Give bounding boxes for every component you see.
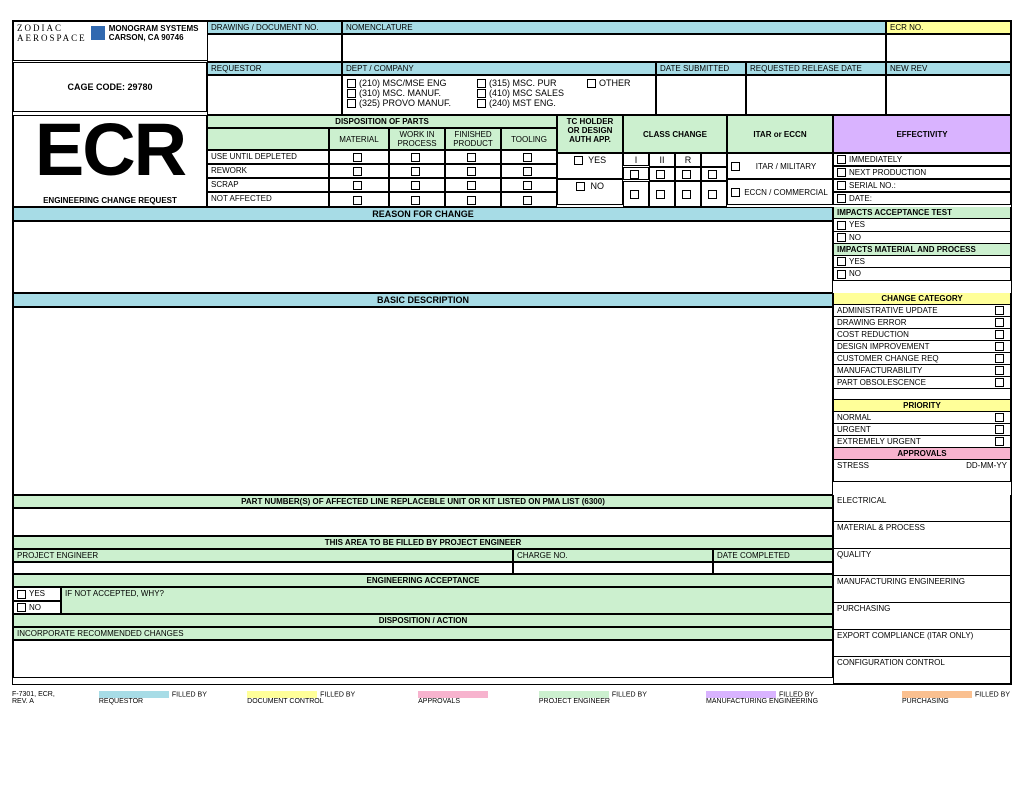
dept-label: DEPT / COMPANY [342,62,656,75]
reason-input[interactable] [13,221,833,293]
impacts-acc-label: IMPACTS ACCEPTANCE TEST [833,207,1011,219]
requestor-label: REQUESTOR [207,62,342,75]
basic-desc-input[interactable] [13,307,833,495]
pn-section-label: PART NUMBER(S) OF AFFECTED LINE REPLACEB… [13,495,833,508]
class-change-label: CLASS CHANGE [623,115,727,153]
disposition-action-label: DISPOSITION / ACTION [13,614,833,627]
date-submitted-label: DATE SUBMITTED [656,62,746,75]
impacts-mat-label: IMPACTS MATERIAL AND PROCESS [833,244,1011,256]
requestor-input[interactable] [207,75,342,115]
pe-filled-by: THIS AREA TO BE FILLED BY PROJECT ENGINE… [13,536,833,549]
req-release-input[interactable] [746,75,886,115]
date-submitted-input[interactable] [656,75,746,115]
incorporate-input[interactable] [13,640,833,678]
dept-checks[interactable]: (210) MSC/MSE ENG (315) MSC. PUR OTHER (… [342,75,656,115]
tcholder-label: TC HOLDER OR DESIGN AUTH APP. [557,115,623,153]
basic-desc-label: BASIC DESCRIPTION [13,293,833,307]
company-name: MONOGRAM SYSTEMS [109,24,199,33]
nomenclature-label: NOMENCLATURE [342,21,886,34]
drawing-doc-label: DRAWING / DOCUMENT NO. [207,21,342,34]
drawing-doc-input[interactable] [207,34,342,62]
ecr-no-input[interactable] [886,34,1011,62]
ecr-title: ECR [17,117,203,184]
company-city: CARSON, CA 90746 [109,33,184,42]
new-rev-input[interactable] [886,75,1011,115]
nomenclature-input[interactable] [342,34,886,62]
ecr-no-label: ECR NO. [886,21,1011,34]
disposition-label: DISPOSITION OF PARTS [207,115,557,128]
itar-label: ITAR or ECCN [727,115,833,153]
req-release-label: REQUESTED RELEASE DATE [746,62,886,75]
approvals-label: APPROVALS [833,448,1011,460]
pn-input[interactable] [13,508,833,536]
new-rev-label: NEW REV [886,62,1011,75]
change-cat-label: CHANGE CATEGORY [833,293,1011,305]
effectivity-label: EFFECTIVITY [833,115,1011,153]
ecr-subtitle: ENGINEERING CHANGE REQUEST [13,195,207,207]
cage-code: CAGE CODE: 29780 [13,62,207,112]
eng-acc-label: ENGINEERING ACCEPTANCE [13,574,833,587]
reason-label: REASON FOR CHANGE [13,207,833,221]
doc-id: F-7301, ECR, REV. A [12,691,59,705]
priority-label: PRIORITY [833,400,1011,412]
